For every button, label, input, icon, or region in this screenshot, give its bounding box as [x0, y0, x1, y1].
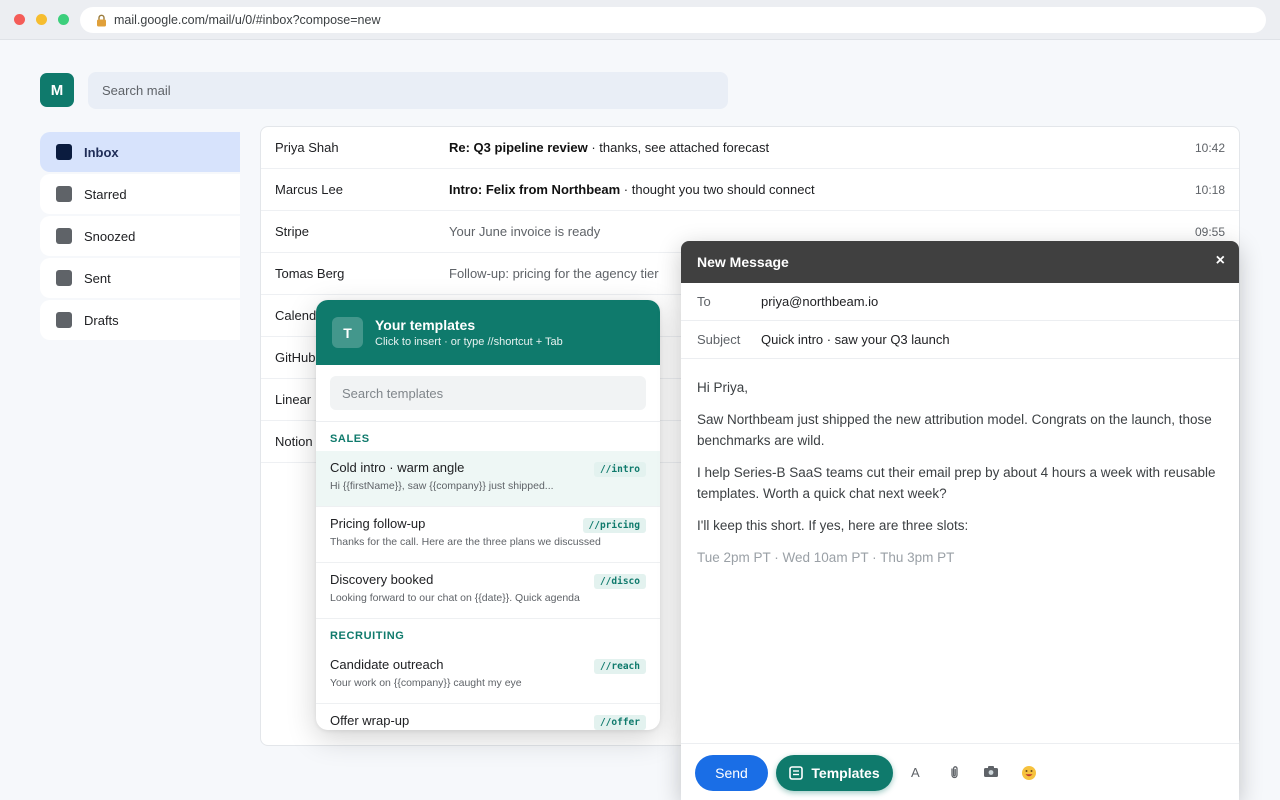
- compose-toolbar: Send Templates A: [681, 743, 1239, 800]
- mail-time: 10:18: [1194, 182, 1225, 197]
- close-window-button[interactable]: [14, 14, 25, 25]
- body-slots: Tue 2pm PT · Wed 10am PT · Thu 3pm PT: [697, 550, 955, 565]
- mail-row[interactable]: Marcus Lee Intro: Felix from Northbeam ·…: [261, 169, 1239, 211]
- template-shortcut: //offer: [593, 715, 646, 730]
- body-paragraph: I'll keep this short. If yes, here are t…: [697, 518, 969, 533]
- sent-icon: [56, 270, 72, 286]
- sidebar-item-drafts[interactable]: Drafts: [40, 300, 240, 340]
- template-icon: [789, 766, 804, 780]
- body-paragraph: I help Series-B SaaS teams cut their ema…: [697, 465, 1216, 501]
- to-value: priya@northbeam.io: [761, 294, 879, 309]
- mail-subject-line: Re: Q3 pipeline review · thanks, see att…: [449, 140, 769, 155]
- camera-icon[interactable]: [983, 765, 999, 781]
- emoji-icon[interactable]: [1021, 765, 1037, 784]
- maximize-window-button[interactable]: [58, 14, 69, 25]
- starred-icon: [56, 186, 72, 202]
- attach-icon[interactable]: [949, 765, 960, 783]
- lock-icon: [94, 13, 108, 27]
- template-item-pricing-follow-up[interactable]: Pricing follow-up Thanks for the call. H…: [316, 507, 660, 563]
- url-text: mail.google.com/mail/u/0/#inbox?compose=…: [114, 13, 381, 27]
- to-field[interactable]: To priya@northbeam.io: [681, 283, 1239, 321]
- app-logo[interactable]: M: [40, 73, 74, 107]
- template-item-offer-wrap-up[interactable]: Offer wrap-up //offer: [316, 704, 660, 730]
- search-input[interactable]: Search mail: [88, 72, 728, 109]
- sidebar-item-label: Drafts: [84, 312, 119, 328]
- templates-search-placeholder: Search templates: [342, 385, 444, 401]
- sidebar: Inbox Starred Snoozed Sent Drafts: [40, 132, 240, 342]
- templates-label: Templates: [811, 765, 880, 781]
- logo-letter: M: [50, 81, 64, 99]
- sidebar-item-inbox[interactable]: Inbox: [40, 132, 240, 172]
- body-paragraph: Saw Northbeam just shipped the new attri…: [697, 412, 1212, 448]
- mail-snippet: Your June invoice is ready: [449, 224, 601, 239]
- template-shortcut: //intro: [593, 462, 646, 477]
- sidebar-item-starred[interactable]: Starred: [40, 174, 240, 214]
- mail-sender: Notion: [275, 434, 313, 449]
- mail-time: 10:42: [1194, 140, 1225, 155]
- template-preview: Your work on {{company}} caught my eye: [330, 677, 522, 689]
- mail-snippet: · thought you two should connect: [620, 182, 815, 197]
- templates-search-input[interactable]: Search templates: [330, 376, 646, 410]
- send-button[interactable]: Send: [695, 755, 768, 791]
- mail-snippet: Follow-up: pricing for the agency tier: [449, 266, 659, 281]
- inbox-icon: [56, 144, 72, 160]
- sidebar-item-label: Snoozed: [84, 228, 136, 244]
- compose-title: New Message: [697, 254, 789, 270]
- mail-subject: Re: Q3 pipeline review: [449, 140, 588, 155]
- mail-subject: Intro: Felix from Northbeam: [449, 182, 621, 197]
- template-shortcut: //reach: [593, 659, 646, 674]
- sidebar-item-label: Sent: [84, 270, 111, 286]
- address-bar[interactable]: mail.google.com/mail/u/0/#inbox?compose=…: [80, 7, 1266, 33]
- mail-sender: Marcus Lee: [275, 182, 343, 197]
- templates-title: Your templates: [375, 317, 476, 333]
- template-preview: Thanks for the call. Here are the three …: [330, 536, 601, 548]
- templates-avatar: T: [332, 317, 363, 348]
- minimize-window-button[interactable]: [36, 14, 47, 25]
- compose-header: New Message ×: [681, 241, 1239, 283]
- template-preview: Hi {{firstName}}, saw {{company}} just s…: [330, 480, 554, 492]
- subject-field[interactable]: Subject Quick intro · saw your Q3 launch: [681, 321, 1239, 359]
- templates-section-heading: SALES: [330, 433, 370, 445]
- mail-subject-line: Intro: Felix from Northbeam · thought yo…: [449, 182, 815, 197]
- template-item-candidate-outreach[interactable]: Candidate outreach Your work on {{compan…: [316, 648, 660, 704]
- sidebar-item-label: Inbox: [84, 144, 119, 160]
- search-placeholder: Search mail: [102, 83, 171, 98]
- templates-popup: T Your templates Click to insert · or ty…: [316, 300, 660, 730]
- subject-value: Quick intro · saw your Q3 launch: [761, 332, 950, 347]
- snoozed-icon: [56, 228, 72, 244]
- mail-snippet: · thanks, see attached forecast: [587, 140, 770, 155]
- send-label: Send: [715, 765, 748, 781]
- mail-row[interactable]: Priya Shah Re: Q3 pipeline review · than…: [261, 127, 1239, 169]
- mail-sender: Priya Shah: [275, 140, 339, 155]
- browser-chrome: mail.google.com/mail/u/0/#inbox?compose=…: [0, 0, 1280, 40]
- format-text-icon[interactable]: A: [911, 765, 920, 780]
- mail-sender: Tomas Berg: [275, 266, 345, 281]
- mail-sender: GitHub: [275, 350, 316, 365]
- template-shortcut: //pricing: [582, 518, 646, 533]
- mail-sender: Linear: [275, 392, 312, 407]
- to-label: To: [697, 294, 711, 309]
- sidebar-item-sent[interactable]: Sent: [40, 258, 240, 298]
- sidebar-item-snoozed[interactable]: Snoozed: [40, 216, 240, 256]
- templates-button[interactable]: Templates: [776, 755, 893, 791]
- template-shortcut: //disco: [593, 574, 646, 589]
- close-icon[interactable]: ×: [1216, 252, 1225, 270]
- compose-body[interactable]: Hi Priya, Saw Northbeam just shipped the…: [681, 359, 1239, 568]
- template-item-discovery-booked[interactable]: Discovery booked Looking forward to our …: [316, 563, 660, 619]
- mail-time: 09:55: [1194, 224, 1225, 239]
- body-paragraph: Hi Priya,: [697, 380, 749, 395]
- subject-label: Subject: [697, 332, 741, 347]
- drafts-icon: [56, 312, 72, 328]
- template-preview: Looking forward to our chat on {{date}}.…: [330, 592, 580, 604]
- compose-window: New Message × To priya@northbeam.io Subj…: [681, 241, 1239, 800]
- templates-subtitle: Click to insert · or type //shortcut + T…: [375, 336, 563, 348]
- mail-sender: Stripe: [275, 224, 309, 239]
- templates-section-heading: RECRUITING: [330, 630, 405, 642]
- sidebar-item-label: Starred: [84, 186, 127, 202]
- templates-search-wrap: Search templates: [316, 365, 660, 422]
- template-item-cold-intro[interactable]: Cold intro · warm angle Hi {{firstName}}…: [316, 451, 660, 507]
- templates-header: T Your templates Click to insert · or ty…: [316, 300, 660, 365]
